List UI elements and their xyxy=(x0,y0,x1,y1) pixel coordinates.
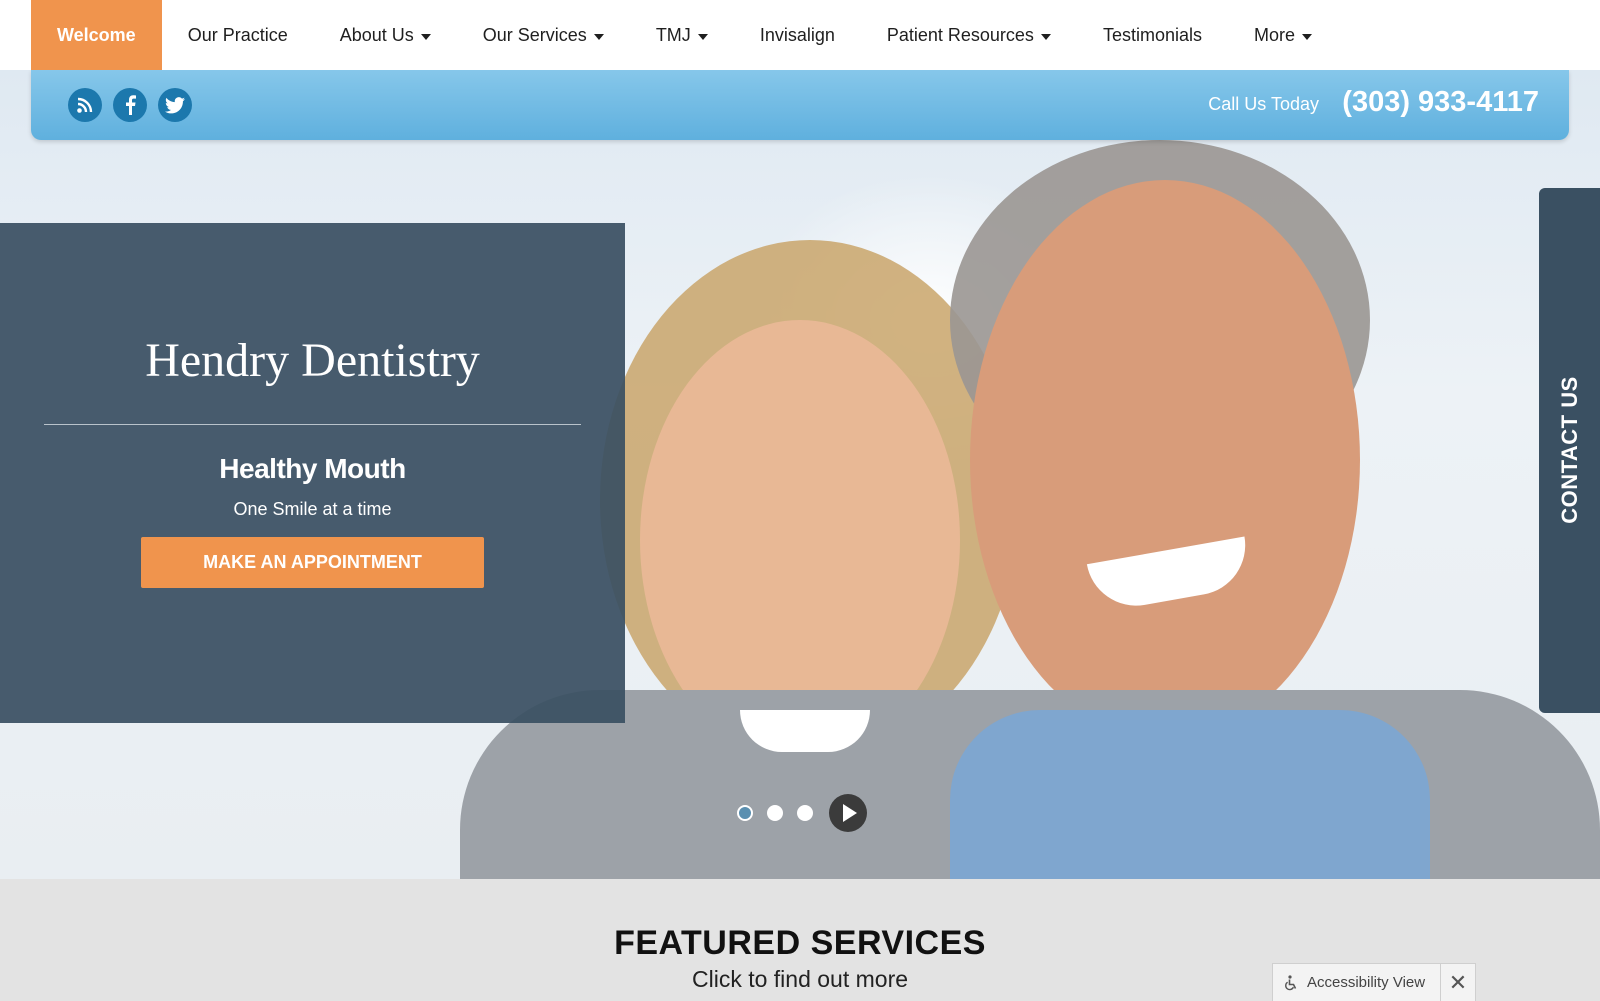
nav-list: Welcome Our Practice About Us Our Servic… xyxy=(0,0,1600,70)
hero-heading: Healthy Mouth xyxy=(219,453,406,484)
slider-dot-3[interactable] xyxy=(797,805,813,821)
make-appointment-button[interactable]: MAKE AN APPOINTMENT xyxy=(141,537,484,588)
nav-label: Testimonials xyxy=(1102,24,1202,45)
nav-label: Patient Resources xyxy=(886,24,1034,45)
social-links xyxy=(68,88,192,122)
play-icon xyxy=(843,804,857,822)
nav-label: More xyxy=(1253,24,1295,45)
nav-item-testimonials[interactable]: Testimonials xyxy=(1077,0,1228,70)
accessibility-view-button[interactable]: Accessibility View xyxy=(1273,964,1440,1001)
rss-icon[interactable] xyxy=(68,88,102,122)
info-bar: Call Us Today (303) 933-4117 xyxy=(31,70,1569,140)
practice-title: Hendry Dentistry xyxy=(145,334,480,387)
call-us-label: Call Us Today xyxy=(1208,94,1319,114)
nav-label: Our Services xyxy=(482,24,587,45)
nav-item-our-services[interactable]: Our Services xyxy=(457,0,630,70)
nav-item-welcome[interactable]: Welcome xyxy=(31,0,162,70)
facebook-icon[interactable] xyxy=(113,88,147,122)
caret-down-icon xyxy=(593,33,604,40)
caret-down-icon xyxy=(420,33,431,40)
caret-down-icon xyxy=(1302,33,1312,40)
nav-label: Welcome xyxy=(57,24,136,45)
nav-item-patient-resources[interactable]: Patient Resources xyxy=(861,0,1077,70)
contact-us-label: CONTACT US xyxy=(1556,376,1582,524)
caret-down-icon xyxy=(1040,33,1051,40)
slider-dot-1[interactable] xyxy=(737,805,753,821)
phone-number-link[interactable]: (303) 933-4117 xyxy=(1342,86,1539,119)
nav-item-about-us[interactable]: About Us xyxy=(314,0,457,70)
welcome-panel: Hendry Dentistry Healthy Mouth One Smile… xyxy=(0,223,625,723)
nav-label: About Us xyxy=(339,24,414,45)
nav-item-invisalign[interactable]: Invisalign xyxy=(734,0,861,70)
nav-label: Invisalign xyxy=(759,24,835,45)
nav-item-tmj[interactable]: TMJ xyxy=(630,0,734,70)
featured-services-title: FEATURED SERVICES xyxy=(614,924,986,962)
accessibility-widget: Accessibility View ✕ xyxy=(1272,963,1476,1001)
hero-photo-shirt xyxy=(950,710,1430,879)
slider-play-button[interactable] xyxy=(829,794,867,832)
main-nav: Welcome Our Practice About Us Our Servic… xyxy=(0,0,1600,70)
wheelchair-icon xyxy=(1285,974,1297,990)
hero-photo-face-man xyxy=(970,180,1360,740)
nav-label: Our Practice xyxy=(187,24,288,45)
nav-item-more[interactable]: More xyxy=(1228,0,1338,70)
nav-label: TMJ xyxy=(655,24,691,45)
hero-slider: Call Us Today (303) 933-4117 Hendry Dent… xyxy=(0,70,1600,879)
twitter-icon[interactable] xyxy=(158,88,192,122)
accessibility-view-label: Accessibility View xyxy=(1307,974,1426,991)
nav-item-our-practice[interactable]: Our Practice xyxy=(162,0,314,70)
caret-down-icon xyxy=(697,33,708,40)
slider-controls xyxy=(737,794,867,832)
contact-us-tab[interactable]: CONTACT US xyxy=(1539,188,1600,713)
close-icon[interactable]: ✕ xyxy=(1440,964,1475,1001)
panel-divider xyxy=(44,424,581,425)
hero-subheading: One Smile at a time xyxy=(233,499,392,519)
slider-dot-2[interactable] xyxy=(767,805,783,821)
